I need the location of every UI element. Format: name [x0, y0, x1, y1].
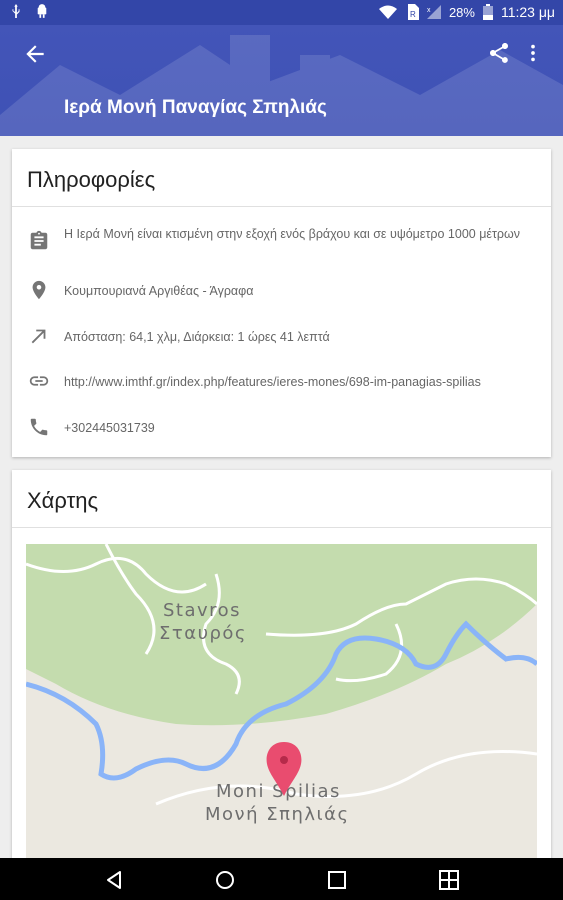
page-title: Ιερά Μονή Παναγίας Σπηλιάς — [64, 97, 327, 118]
phone-text[interactable]: +302445031739 — [64, 420, 534, 436]
info-card-header: Πληροφορίες — [12, 149, 551, 207]
map-canvas: Stavros Σταυρός Moni Spilias Μονή Σπηλιά… — [26, 544, 537, 884]
description-row: Η Ιερά Μονή είναι κτισμένη στην εξοχή εν… — [12, 224, 551, 264]
link-icon — [29, 376, 49, 386]
recents-square-icon[interactable] — [325, 868, 349, 892]
share-icon[interactable] — [487, 41, 511, 65]
app-bar: Ιερά Μονή Παναγίας Σπηλιάς — [0, 25, 563, 136]
distance-row[interactable]: Απόσταση: 64,1 χλμ, Διάρκεια: 1 ώρες 41 … — [12, 325, 551, 349]
svg-text:x: x — [427, 7, 431, 14]
phone-icon — [30, 418, 48, 436]
multiwindow-icon[interactable] — [437, 868, 461, 892]
description-text: Η Ιερά Μονή είναι κτισμένη στην εξοχή εν… — [64, 227, 521, 241]
clipboard-icon — [30, 230, 48, 250]
map-label-stavros-latin: Stavros — [163, 600, 241, 621]
usb-icon — [12, 4, 20, 18]
svg-text:R: R — [410, 10, 416, 19]
map-label-stavros-greek: Σταυρός — [159, 623, 247, 644]
clock: 11:23 μμ — [500, 4, 555, 20]
arrow-back-icon[interactable] — [22, 41, 48, 67]
map-card: Χάρτης Stavros Σταυρός Moni Spilias Μονή… — [12, 470, 551, 890]
directions-arrow-icon — [31, 329, 46, 344]
home-circle-icon[interactable] — [213, 868, 237, 892]
website-row[interactable]: http://www.imthf.gr/index.php/features/i… — [12, 370, 551, 394]
more-vert-icon[interactable] — [522, 41, 544, 65]
navigation-bar — [0, 858, 563, 900]
android-debug-icon — [37, 4, 47, 18]
signal-icon: x — [426, 5, 441, 19]
address-text: Κουμπουριανά Αργιθέας - Άγραφα — [64, 284, 254, 298]
sim-icon: R — [407, 4, 419, 20]
website-link[interactable]: http://www.imthf.gr/index.php/features/i… — [64, 374, 534, 390]
address-row[interactable]: Κουμπουριανά Αργιθέας - Άγραφα — [12, 279, 551, 303]
battery-percent: 28% — [448, 4, 475, 20]
map-label-moni-greek: Μονή Σπηλιάς — [205, 804, 350, 825]
wifi-icon — [378, 5, 397, 19]
phone-row[interactable]: +302445031739 — [12, 416, 551, 440]
battery-icon — [482, 4, 493, 20]
header-background-image — [0, 35, 563, 136]
place-icon — [32, 280, 46, 300]
distance-text: Απόσταση: 64,1 χλμ, Διάρκεια: 1 ώρες 41 … — [64, 330, 330, 344]
status-bar: R x 28% 11:23 μμ — [0, 0, 563, 25]
back-triangle-icon[interactable] — [102, 868, 126, 892]
info-card: Πληροφορίες Η Ιερά Μονή είναι κτισμένη σ… — [12, 149, 551, 457]
map-card-header: Χάρτης — [12, 470, 551, 528]
map-view[interactable]: Stavros Σταυρός Moni Spilias Μονή Σπηλιά… — [26, 544, 537, 884]
